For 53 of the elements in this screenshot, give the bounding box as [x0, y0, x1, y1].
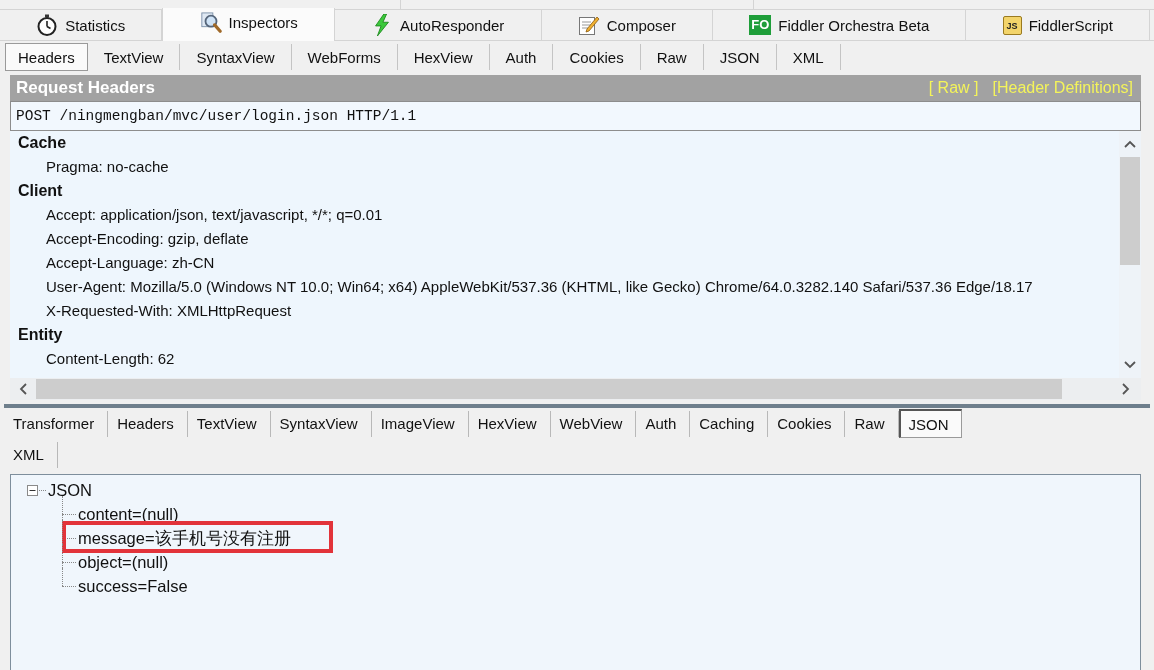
notepad-pencil-icon [577, 14, 600, 36]
inspector-tab[interactable]: Raw [640, 44, 704, 70]
header-line: Accept-Language: zh-CN [45, 253, 216, 273]
response-tab[interactable]: JSON [898, 409, 962, 438]
header-line: Accept-Encoding: gzip, deflate [45, 229, 250, 249]
response-tab[interactable]: TextView [187, 410, 271, 437]
header-group-title: Client [18, 181, 64, 201]
tree-node[interactable]: JSON [48, 480, 92, 500]
stopwatch-icon [36, 14, 59, 36]
scroll-left-icon[interactable] [19, 383, 27, 395]
response-tab[interactable]: Transformer [4, 410, 109, 437]
inspector-tab[interactable]: XML [776, 44, 841, 70]
inspector-tab[interactable]: WebForms [291, 44, 398, 70]
header-group-title: Cache [18, 133, 68, 153]
scroll-down-icon[interactable] [1124, 361, 1136, 369]
inspector-tab[interactable]: Auth [489, 44, 554, 70]
inspector-tab[interactable]: Cookies [553, 44, 641, 70]
inspector-tab[interactable]: TextView [87, 44, 181, 70]
magnifier-icon [199, 11, 222, 34]
response-tab[interactable]: WebView [550, 410, 637, 437]
tree-item[interactable]: object=(null) [78, 553, 169, 571]
header-line: Accept: application/json, text/javascript, */*; q=0.01 [45, 205, 384, 225]
header-line: Content-Length: 62 [45, 349, 176, 369]
tree-item[interactable]: success=False [78, 577, 188, 595]
response-tab[interactable]: SyntaxView [270, 410, 372, 437]
scroll-up-icon[interactable] [1124, 140, 1136, 148]
scroll-right-icon[interactable] [1122, 383, 1130, 395]
inspector-tab[interactable]: JSON [703, 44, 777, 70]
request-line-field[interactable]: POST /ningmengban/mvc/user/login.json HTTP/1.1 [10, 101, 1141, 131]
header-line: X-Requested-With: XMLHttpRequest [45, 301, 293, 321]
tab-badge: FO [749, 15, 772, 35]
scrollbar-thumb[interactable] [1120, 157, 1140, 265]
response-tab[interactable]: Raw [845, 410, 899, 437]
response-tab[interactable]: Caching [690, 410, 769, 437]
response-tab[interactable]: Headers [108, 410, 188, 437]
header-line: Pragma: no-cache [45, 157, 170, 177]
response-tab[interactable]: XML [4, 441, 58, 468]
response-tab[interactable]: Auth [636, 410, 691, 437]
script-badge: JS [1002, 15, 1022, 35]
response-tab[interactable]: ImageView [371, 410, 469, 437]
panel-title: Request Headers [16, 78, 155, 98]
main-tab[interactable]: Inspectors [162, 8, 335, 41]
header-line: User-Agent: Mozilla/5.0 (Windows NT 10.0; Win64; x64) AppleWebKit/537.36 (KHTML, like Gecko) Chrome/64.0.3282.140 Safari/537.36 Edge/18.17 [45, 277, 1034, 297]
response-tab[interactable]: Cookies [768, 410, 846, 437]
tree-item[interactable]: message=该手机号没有注册 [78, 529, 291, 547]
header-group-title: Entity [18, 325, 64, 345]
inspector-tab[interactable]: Headers [5, 43, 88, 71]
inspector-tab[interactable]: HexView [397, 44, 490, 70]
scrollbar-thumb[interactable] [36, 379, 1062, 399]
response-tab[interactable]: HexView [468, 410, 551, 437]
collapse-icon[interactable] [27, 484, 38, 496]
tree-item[interactable]: content=(null) [78, 505, 179, 523]
inspector-tab[interactable]: SyntaxView [180, 44, 292, 70]
